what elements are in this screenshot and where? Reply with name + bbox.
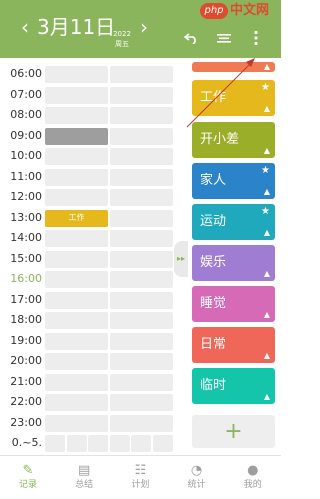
nav-item-3[interactable]: ☷ 计划 [112,456,168,499]
nav-item-4[interactable]: ◔ 统计 [169,456,225,499]
nav-label: 记录 [18,480,37,490]
nav-item-1[interactable]: ✎ 记录 [0,456,56,499]
nav-label: 计划 [131,480,150,490]
app-root: ‹ 3月11日 2022 周五 › php 中文网 06:00 07:00 08:0… [0,0,281,499]
person-icon: ● [247,463,259,478]
summary-icon: ▤ [78,463,91,478]
pie-chart-icon: ◔ [190,463,203,478]
nav-label: 我的 [243,480,262,490]
nav-label: 总结 [75,480,94,490]
annotation-arrow [186,58,255,128]
nav-label: 统计 [187,480,206,490]
plan-list-icon: ☷ [134,463,147,478]
nav-item-5[interactable]: ● 我的 [225,456,281,499]
pencil-icon: ✎ [22,463,34,478]
bottom-nav: ✎ 记录 ▤ 总结 ☷ 计划 ◔ 统计 ● 我的 [0,455,281,499]
nav-item-2[interactable]: ▤ 总结 [56,456,112,499]
